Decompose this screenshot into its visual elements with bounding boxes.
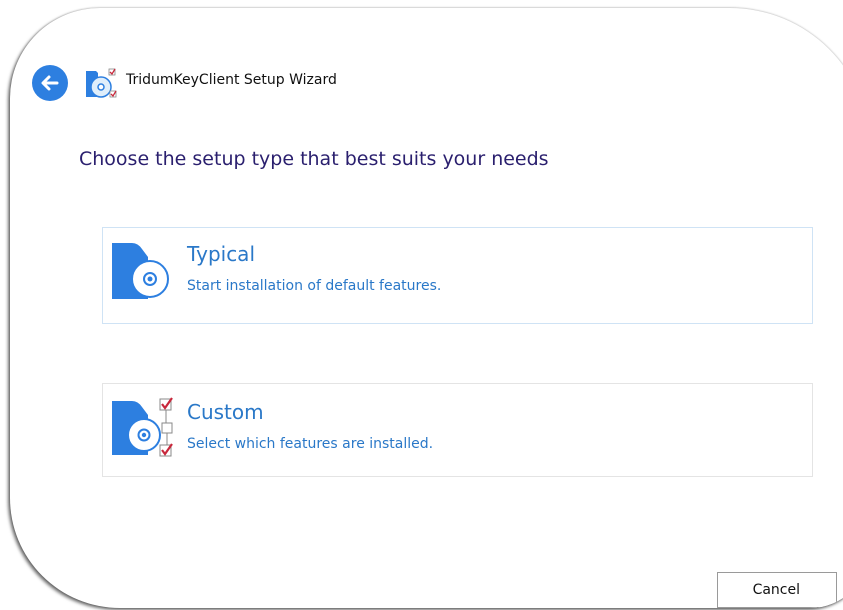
arrow-left-icon [41,75,59,91]
typical-title: Typical [187,242,255,266]
cancel-button[interactable]: Cancel [717,572,837,608]
custom-option[interactable]: Custom Select which features are install… [102,383,813,477]
setup-disc-icon [86,68,117,98]
window-title: TridumKeyClient Setup Wizard [126,72,337,88]
disc-folder-checklist-icon [112,397,173,457]
typical-description: Start installation of default features. [187,278,442,294]
custom-title: Custom [187,400,264,424]
disc-folder-icon [112,243,169,299]
wizard-window: TridumKeyClient Setup Wizard Choose the … [10,8,843,608]
custom-description: Select which features are installed. [187,436,434,452]
typical-option[interactable]: Typical Start installation of default fe… [102,227,813,324]
back-button[interactable] [32,65,68,101]
page-heading: Choose the setup type that best suits yo… [79,148,549,170]
